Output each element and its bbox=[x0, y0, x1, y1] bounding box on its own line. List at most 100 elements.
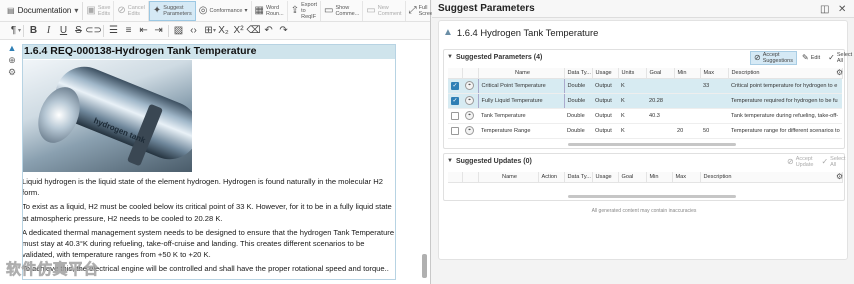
suggest-parameters-button[interactable]: ✦ Suggest Parameters bbox=[148, 0, 196, 21]
bullet-list-icon[interactable]: ☰ bbox=[106, 23, 121, 39]
conformance-button[interactable]: ◎ Conformance ▾ bbox=[196, 0, 252, 21]
cell-min[interactable] bbox=[674, 93, 700, 109]
row-action[interactable]: ⌖ bbox=[462, 93, 478, 109]
cell-units[interactable]: K bbox=[618, 123, 646, 139]
code-icon[interactable]: ‹› bbox=[186, 23, 201, 39]
superscript-icon[interactable]: X² bbox=[231, 23, 246, 39]
cell-description[interactable]: Tank temperature during refueling, take-… bbox=[728, 108, 842, 124]
parameter-icon[interactable]: ⌖ bbox=[465, 96, 474, 105]
cell-max[interactable]: 50 bbox=[700, 123, 728, 139]
row-action[interactable]: ⌖ bbox=[462, 78, 478, 94]
row-checkbox[interactable] bbox=[448, 108, 462, 124]
column-header-min[interactable]: Min bbox=[646, 172, 673, 183]
parameter-icon[interactable]: ⌖ bbox=[465, 126, 474, 135]
cell-description[interactable]: Temperature required for hydrogen to be … bbox=[728, 93, 842, 109]
horizontal-scrollbar[interactable] bbox=[568, 195, 736, 198]
checkbox-unchecked-icon[interactable] bbox=[451, 126, 459, 135]
cell-name[interactable]: Critical Point Temperature bbox=[477, 77, 565, 94]
add-icon[interactable]: ⊕ bbox=[5, 55, 19, 67]
table-row[interactable]: ⌖ Tank Temperature Double Output K 40.3 … bbox=[448, 108, 842, 124]
select-all-button[interactable]: ✓ Select All bbox=[818, 155, 848, 169]
cell-description[interactable]: Critical point temperature for hydrogen … bbox=[728, 78, 842, 94]
cell-units[interactable]: K bbox=[618, 93, 646, 109]
parameter-icon[interactable]: ⌖ bbox=[465, 111, 474, 120]
column-header-description[interactable]: Description bbox=[700, 172, 843, 183]
close-icon[interactable]: ✕ bbox=[838, 4, 846, 15]
select-all-button[interactable]: ✓ Select All bbox=[825, 51, 854, 65]
indent-icon[interactable]: ⇥ bbox=[151, 23, 166, 39]
subscript-icon[interactable]: X₂ bbox=[216, 23, 231, 39]
requirement-icon[interactable]: ▲ bbox=[5, 43, 19, 55]
cell-units[interactable]: K bbox=[618, 108, 646, 124]
column-header-name[interactable]: Name bbox=[478, 68, 565, 79]
cell-data-type[interactable]: Double bbox=[564, 78, 592, 94]
bold-icon[interactable]: B bbox=[26, 23, 41, 39]
cell-max[interactable] bbox=[700, 93, 728, 109]
column-header-goal[interactable]: Goal bbox=[646, 68, 675, 79]
cell-max[interactable] bbox=[700, 108, 728, 124]
dock-panel-icon[interactable]: ◫ bbox=[820, 4, 829, 15]
accept-suggestions-button[interactable]: ⊘ Accept Suggestions bbox=[750, 51, 797, 65]
cell-name[interactable]: Fully Liquid Temperature bbox=[477, 92, 565, 109]
column-header-data-type[interactable]: Data Ty... bbox=[564, 172, 593, 183]
cell-data-type[interactable]: Double bbox=[564, 123, 592, 139]
row-checkbox[interactable]: ✓ bbox=[448, 93, 462, 109]
export-to-reqif-button[interactable]: ⇪ Export to ReqIF bbox=[288, 0, 321, 21]
cell-name[interactable]: Temperature Range bbox=[478, 123, 564, 139]
clear-format-icon[interactable]: ⌫ bbox=[246, 23, 261, 39]
edit-button[interactable]: ✎ Edit bbox=[799, 51, 823, 65]
cell-min[interactable] bbox=[674, 108, 700, 124]
new-comment-button[interactable]: ▭ New Comment bbox=[363, 0, 406, 21]
column-header-goal[interactable]: Goal bbox=[618, 172, 647, 183]
cell-units[interactable]: K bbox=[618, 78, 646, 94]
column-header-min[interactable]: Min bbox=[674, 68, 701, 79]
cell-goal[interactable]: 20.28 bbox=[646, 93, 674, 109]
cell-goal[interactable] bbox=[646, 78, 674, 94]
cell-min[interactable] bbox=[674, 78, 700, 94]
word-round-button[interactable]: ▦ Word Roun... bbox=[252, 0, 288, 21]
checkbox-unchecked-icon[interactable] bbox=[451, 111, 459, 120]
numbered-list-icon[interactable]: ≡ bbox=[121, 23, 136, 39]
cell-name[interactable]: Tank Temperature bbox=[478, 108, 564, 124]
cell-max[interactable]: 33 bbox=[700, 78, 728, 94]
column-header-description[interactable]: Description bbox=[728, 68, 843, 79]
document-content[interactable]: 1.6.4 REQ-000138-Hydrogen Tank Temperatu… bbox=[22, 44, 396, 280]
cell-data-type[interactable]: Double bbox=[564, 108, 592, 124]
column-header-usage[interactable]: Usage bbox=[592, 172, 619, 183]
column-header-data-type[interactable]: Data Ty... bbox=[564, 68, 593, 79]
checkbox-checked-icon[interactable]: ✓ bbox=[451, 96, 459, 105]
column-header-max[interactable]: Max bbox=[700, 68, 729, 79]
underline-icon[interactable]: U bbox=[56, 23, 71, 39]
horizontal-scrollbar[interactable] bbox=[568, 143, 736, 146]
save-edits-button[interactable]: ▣ Save Edits bbox=[83, 0, 115, 21]
cell-goal[interactable]: 40.3 bbox=[646, 108, 674, 124]
cell-usage[interactable]: Output bbox=[592, 78, 618, 94]
cell-goal[interactable] bbox=[646, 123, 674, 139]
cell-usage[interactable]: Output bbox=[592, 123, 618, 139]
show-comments-button[interactable]: ▭ Show Comme... bbox=[321, 0, 364, 21]
link-icon[interactable]: ⊂⊃ bbox=[85, 23, 102, 39]
cell-min[interactable]: 20 bbox=[674, 123, 700, 139]
accept-update-button[interactable]: ⊘ Accept Update bbox=[784, 155, 816, 169]
table-row[interactable]: ⌖ Temperature Range Double Output K 20 5… bbox=[448, 123, 842, 139]
column-header-action[interactable]: Action bbox=[538, 172, 565, 183]
row-checkbox[interactable]: ✓ bbox=[448, 78, 462, 94]
column-header-name[interactable]: Name bbox=[478, 172, 539, 183]
row-action[interactable]: ⌖ bbox=[462, 123, 478, 139]
column-header-max[interactable]: Max bbox=[672, 172, 701, 183]
vertical-scrollbar[interactable] bbox=[422, 254, 427, 278]
table-row[interactable]: ✓ ⌖ Critical Point Temperature Double Ou… bbox=[448, 77, 842, 94]
settings-icon[interactable]: ⚙ bbox=[5, 67, 19, 79]
parameter-icon[interactable]: ⌖ bbox=[465, 81, 474, 90]
cell-description[interactable]: Temperature range for different scenario… bbox=[728, 123, 842, 139]
strikethrough-icon[interactable]: S bbox=[71, 23, 86, 39]
cancel-edits-button[interactable]: ⊘ Cancel Edits bbox=[114, 0, 149, 21]
gear-icon[interactable]: ⚙ bbox=[836, 68, 843, 77]
undo-icon[interactable]: ↶ bbox=[261, 23, 276, 39]
checkbox-checked-icon[interactable]: ✓ bbox=[451, 81, 459, 90]
table-row[interactable]: ✓ ⌖ Fully Liquid Temperature Double Outp… bbox=[448, 92, 842, 109]
gear-icon[interactable]: ⚙ bbox=[836, 172, 843, 181]
document-selector[interactable]: ▤ Documentation ▾ bbox=[3, 1, 84, 20]
outdent-icon[interactable]: ⇤ bbox=[136, 23, 151, 39]
column-header-units[interactable]: Units bbox=[618, 68, 647, 79]
